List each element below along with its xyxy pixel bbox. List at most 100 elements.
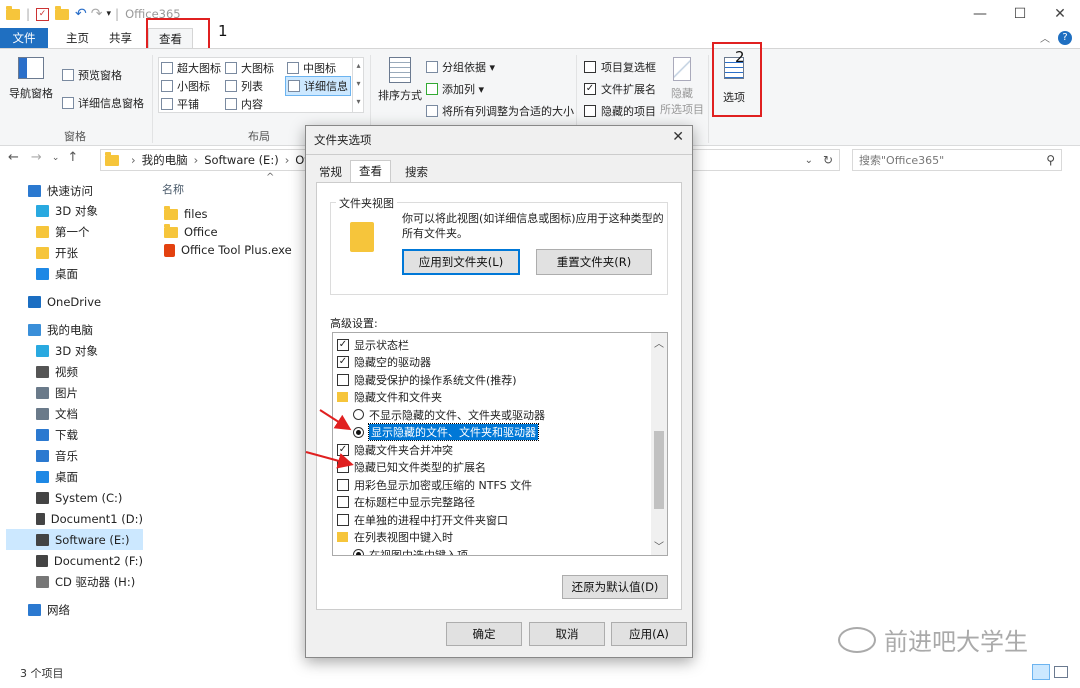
advanced-setting-item[interactable]: 显示隐藏的文件、文件夹和驱动器 [337,423,647,442]
layout-details[interactable]: 详细信息 [285,76,351,96]
layout-large[interactable]: 大图标 [225,60,274,76]
sidebar-item[interactable]: Document1 (D:) [6,508,143,529]
search-icon[interactable]: ⚲ [1046,153,1055,167]
checkbox[interactable] [337,478,349,491]
address-dropdown-icon[interactable]: ⌄ [805,155,813,166]
advanced-setting-item[interactable]: 在单独的进程中打开文件夹窗口 [337,511,647,529]
advanced-setting-item[interactable]: 隐藏受保护的操作系统文件(推荐) [337,371,647,389]
tab-search[interactable]: 搜索 [402,164,431,180]
radio-button[interactable] [353,549,364,555]
checkbox[interactable] [337,373,349,386]
properties-icon[interactable]: ✓ [36,7,50,21]
dialog-close-button[interactable]: ✕ [672,129,684,145]
checkbox[interactable] [584,105,596,117]
group-by-button[interactable]: 分组依据 ▾ [426,59,495,75]
breadcrumb-drive[interactable]: Software (E:) [204,153,278,167]
maximize-button[interactable]: ☐ [1000,0,1040,28]
apply-button[interactable]: 应用(A) [611,622,687,646]
up-icon[interactable]: ↑ [67,150,78,165]
sidebar-item[interactable]: CD 驱动器 (H:) [6,571,143,592]
restore-defaults-button[interactable]: 还原为默认值(D) [562,575,668,599]
new-folder-icon[interactable] [55,5,70,20]
scroll-thumb[interactable] [654,431,664,509]
sidebar-item[interactable]: 3D 对象 [6,340,143,361]
ok-button[interactable]: 确定 [446,622,522,646]
sidebar-item[interactable]: 桌面 [6,263,143,284]
redo-icon[interactable]: ↷ [91,6,103,22]
sidebar-item[interactable]: 图片 [6,382,143,403]
column-header-name[interactable]: 名称 [162,181,184,197]
sidebar-item[interactable]: 桌面 [6,466,143,487]
layout-small[interactable]: 小图标 [161,78,210,94]
sidebar-item[interactable]: Software (E:) [6,529,143,550]
sidebar-item[interactable]: 开张 [6,242,143,263]
checkbox[interactable] [337,513,349,526]
list-item[interactable]: Office [164,223,218,241]
sidebar-item[interactable]: 下载 [6,424,143,445]
search-input[interactable]: 搜索"Office365" ⚲ [852,149,1062,171]
add-columns-button[interactable]: 添加列 ▾ [426,81,484,97]
breadcrumb-this-pc[interactable]: 我的电脑 [142,152,188,168]
file-extensions-toggle[interactable]: ✓ 文件扩展名 [584,81,656,97]
large-icons-view-icon[interactable] [1054,666,1068,678]
sidebar-item[interactable]: 音乐 [6,445,143,466]
advanced-settings-list[interactable]: ✓ 显示状态栏 ✓ 隐藏空的驱动器 隐藏受保护的操作系统文件(推荐) 隐藏文件和文件夹 不显… [332,332,668,556]
sidebar-item[interactable]: Document2 (F:) [6,550,143,571]
tab-home[interactable]: 主页 [56,28,99,48]
size-all-columns-button[interactable]: 将所有列调整为合适的大小 [426,103,574,119]
layout-scroll[interactable]: ▴ ▾ ▾ [352,57,364,113]
list-item[interactable]: Office Tool Plus.exe [164,241,292,259]
forward-icon[interactable]: → [31,150,42,165]
sidebar-item[interactable]: 我的电脑 [6,319,143,340]
sidebar-item[interactable]: 网络 [6,599,143,620]
advanced-setting-item[interactable]: 在标题栏中显示完整路径 [337,494,647,512]
advanced-setting-item[interactable]: 隐藏文件和文件夹 [337,389,647,407]
apply-to-folders-button[interactable]: 应用到文件夹(L) [402,249,520,275]
checkbox[interactable]: ✓ [337,338,349,351]
scroll-up-icon[interactable]: ︿ [651,335,667,350]
layout-list[interactable]: 列表 [225,78,263,94]
list-item[interactable]: files [164,205,208,223]
tab-file[interactable]: 文件 [0,28,48,48]
reset-folders-button[interactable]: 重置文件夹(R) [536,249,652,275]
advanced-setting-item[interactable]: 不显示隐藏的文件、文件夹或驱动器 [337,406,647,424]
back-icon[interactable]: ← [8,150,19,165]
advanced-setting-item[interactable]: ✓ 隐藏空的驱动器 [337,354,647,372]
item-checkboxes-toggle[interactable]: 项目复选框 [584,59,656,75]
undo-icon[interactable]: ↶ [75,6,87,22]
nav-pane-button[interactable]: 导航窗格 [6,57,56,101]
column-header-sort-icon[interactable]: ^ [266,172,274,183]
checkbox[interactable] [584,61,596,73]
sidebar-item[interactable]: OneDrive [6,291,143,312]
quick-access-dropdown-icon[interactable]: ▾ [107,9,112,19]
layout-tiles[interactable]: 平铺 [161,96,199,112]
sidebar-item[interactable]: 第一个 [6,221,143,242]
minimize-button[interactable]: — [960,0,1000,28]
help-icon[interactable]: ? [1058,30,1072,45]
advanced-setting-item[interactable]: 在视图中选中键入项 [337,546,647,555]
preview-pane-button[interactable]: 预览窗格 [62,67,122,83]
layout-extra-large[interactable]: 超大图标 [161,60,221,76]
tab-view[interactable]: 查看 [350,160,391,182]
sidebar-item[interactable]: 文档 [6,403,143,424]
checkbox[interactable]: ✓ [337,356,349,369]
layout-medium[interactable]: 中图标 [287,60,336,76]
tab-general[interactable]: 常规 [316,164,345,180]
advanced-setting-item[interactable]: 在列表视图中键入时 [337,529,647,547]
advanced-setting-item[interactable]: 隐藏已知文件类型的扩展名 [337,459,647,477]
recent-dropdown-icon[interactable]: ⌄ [52,153,60,163]
checkbox[interactable]: ✓ [584,83,596,95]
sidebar-item[interactable]: 3D 对象 [6,200,143,221]
close-button[interactable]: ✕ [1040,0,1080,28]
sidebar-item[interactable]: 快速访问 [6,180,143,201]
advanced-setting-item[interactable]: ✓ 显示状态栏 [337,336,647,354]
layout-content[interactable]: 内容 [225,96,263,112]
hide-selected-button[interactable]: 隐藏 所选项目 [660,57,704,117]
sidebar-item[interactable]: 视频 [6,361,143,382]
cancel-button[interactable]: 取消 [529,622,605,646]
sort-by-button[interactable]: 排序方式 [378,57,422,103]
advanced-setting-item[interactable]: 用彩色显示加密或压缩的 NTFS 文件 [337,476,647,494]
hidden-items-toggle[interactable]: 隐藏的项目 [584,103,656,119]
refresh-icon[interactable]: ↻ [823,153,833,167]
scroll-down-icon[interactable]: ﹀ [651,538,667,553]
